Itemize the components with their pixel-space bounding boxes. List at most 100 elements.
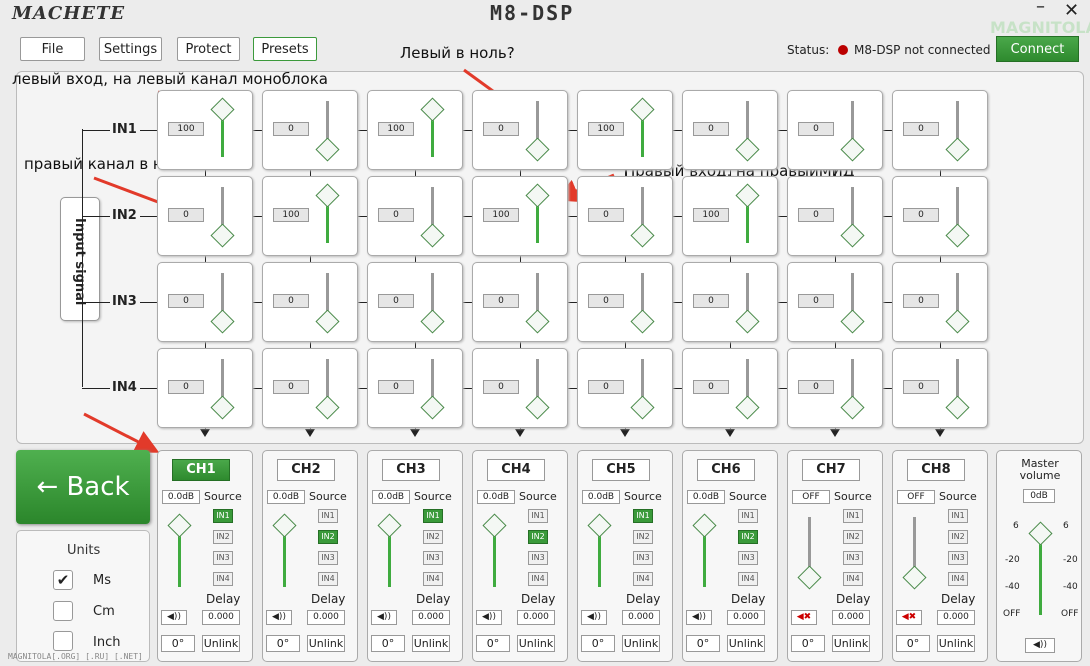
mix-slider-thumb[interactable]: [630, 223, 655, 248]
source-button-in3[interactable]: IN3: [213, 551, 233, 565]
mix-value[interactable]: 0: [273, 294, 309, 308]
mix-value[interactable]: 100: [588, 122, 624, 136]
source-button-in1[interactable]: IN1: [948, 509, 968, 523]
mix-slider-thumb[interactable]: [735, 137, 760, 162]
mix-value[interactable]: 0: [693, 122, 729, 136]
mix-slider-thumb[interactable]: [315, 309, 340, 334]
channel-slider-thumb[interactable]: [167, 513, 192, 538]
channel-name-button[interactable]: CH7: [802, 459, 860, 481]
unlink-button[interactable]: Unlink: [517, 635, 555, 652]
mix-slider-thumb[interactable]: [315, 183, 340, 208]
unlink-button[interactable]: Unlink: [937, 635, 975, 652]
mix-value[interactable]: 100: [483, 208, 519, 222]
mix-slider-thumb[interactable]: [945, 395, 970, 420]
source-button-in1[interactable]: IN1: [738, 509, 758, 523]
source-button-in2[interactable]: IN2: [633, 530, 653, 544]
channel-gain[interactable]: 0.0dB: [687, 490, 725, 504]
channel-gain[interactable]: 0.0dB: [582, 490, 620, 504]
mix-slider-thumb[interactable]: [945, 309, 970, 334]
mix-value[interactable]: 0: [588, 208, 624, 222]
mix-slider-thumb[interactable]: [525, 137, 550, 162]
mix-value[interactable]: 0: [588, 380, 624, 394]
delay-value[interactable]: 0.000: [412, 610, 450, 625]
source-button-in4[interactable]: IN4: [213, 572, 233, 586]
ms-checkbox[interactable]: ✔: [53, 570, 73, 590]
mix-value[interactable]: 0: [273, 122, 309, 136]
speaker-icon[interactable]: ◀)): [371, 610, 397, 625]
delay-value[interactable]: 0.000: [307, 610, 345, 625]
master-speaker-icon[interactable]: ◀)): [1025, 638, 1055, 653]
delay-value[interactable]: 0.000: [727, 610, 765, 625]
mix-value[interactable]: 0: [798, 208, 834, 222]
channel-slider-thumb[interactable]: [692, 513, 717, 538]
mix-slider-thumb[interactable]: [210, 97, 235, 122]
phase-button[interactable]: 0°: [476, 635, 510, 652]
unlink-button[interactable]: Unlink: [202, 635, 240, 652]
source-button-in3[interactable]: IN3: [843, 551, 863, 565]
mix-slider-thumb[interactable]: [735, 395, 760, 420]
mix-value[interactable]: 0: [378, 208, 414, 222]
source-button-in3[interactable]: IN3: [948, 551, 968, 565]
source-button-in3[interactable]: IN3: [423, 551, 443, 565]
channel-name-button[interactable]: CH1: [172, 459, 230, 481]
source-button-in3[interactable]: IN3: [633, 551, 653, 565]
source-button-in4[interactable]: IN4: [318, 572, 338, 586]
channel-gain[interactable]: OFF: [792, 490, 830, 504]
channel-gain[interactable]: 0.0dB: [372, 490, 410, 504]
delay-value[interactable]: 0.000: [832, 610, 870, 625]
speaker-icon[interactable]: ◀)): [266, 610, 292, 625]
mix-value[interactable]: 0: [798, 294, 834, 308]
mix-value[interactable]: 0: [483, 122, 519, 136]
mix-slider-thumb[interactable]: [945, 137, 970, 162]
mix-slider-thumb[interactable]: [735, 309, 760, 334]
delay-value[interactable]: 0.000: [202, 610, 240, 625]
delay-value[interactable]: 0.000: [517, 610, 555, 625]
source-button-in1[interactable]: IN1: [318, 509, 338, 523]
mix-value[interactable]: 0: [378, 380, 414, 394]
mix-value[interactable]: 100: [693, 208, 729, 222]
mix-value[interactable]: 100: [273, 208, 309, 222]
channel-slider-thumb[interactable]: [797, 565, 822, 590]
speaker-icon[interactable]: ◀)): [161, 610, 187, 625]
speaker-icon[interactable]: ◀)): [476, 610, 502, 625]
mix-slider-thumb[interactable]: [210, 309, 235, 334]
mix-slider-thumb[interactable]: [735, 183, 760, 208]
speaker-muted-icon[interactable]: ◀✖: [896, 610, 922, 625]
mix-slider-thumb[interactable]: [840, 223, 865, 248]
source-button-in1[interactable]: IN1: [633, 509, 653, 523]
mix-slider-thumb[interactable]: [420, 395, 445, 420]
channel-slider-thumb[interactable]: [587, 513, 612, 538]
channel-name-button[interactable]: CH2: [277, 459, 335, 481]
channel-name-button[interactable]: CH4: [487, 459, 545, 481]
mix-slider-thumb[interactable]: [525, 309, 550, 334]
source-button-in2[interactable]: IN2: [318, 530, 338, 544]
mix-slider-thumb[interactable]: [840, 137, 865, 162]
source-button-in2[interactable]: IN2: [843, 530, 863, 544]
phase-button[interactable]: 0°: [791, 635, 825, 652]
mix-slider-thumb[interactable]: [525, 183, 550, 208]
source-button-in3[interactable]: IN3: [528, 551, 548, 565]
mix-slider-thumb[interactable]: [210, 395, 235, 420]
mix-value[interactable]: 0: [903, 294, 939, 308]
mix-slider-thumb[interactable]: [315, 137, 340, 162]
channel-slider-thumb[interactable]: [482, 513, 507, 538]
mix-slider-thumb[interactable]: [420, 223, 445, 248]
mix-slider-thumb[interactable]: [840, 309, 865, 334]
mix-slider-thumb[interactable]: [210, 223, 235, 248]
channel-gain[interactable]: OFF: [897, 490, 935, 504]
phase-button[interactable]: 0°: [161, 635, 195, 652]
mix-value[interactable]: 0: [903, 122, 939, 136]
mix-value[interactable]: 0: [588, 294, 624, 308]
channel-slider-thumb[interactable]: [272, 513, 297, 538]
mix-slider-thumb[interactable]: [630, 395, 655, 420]
mix-value[interactable]: 0: [168, 208, 204, 222]
mix-value[interactable]: 0: [483, 380, 519, 394]
source-button-in4[interactable]: IN4: [633, 572, 653, 586]
speaker-icon[interactable]: ◀)): [686, 610, 712, 625]
mix-slider-thumb[interactable]: [840, 395, 865, 420]
source-button-in1[interactable]: IN1: [213, 509, 233, 523]
cm-checkbox[interactable]: [53, 601, 73, 621]
channel-name-button[interactable]: CH6: [697, 459, 755, 481]
source-button-in4[interactable]: IN4: [843, 572, 863, 586]
source-button-in1[interactable]: IN1: [423, 509, 443, 523]
